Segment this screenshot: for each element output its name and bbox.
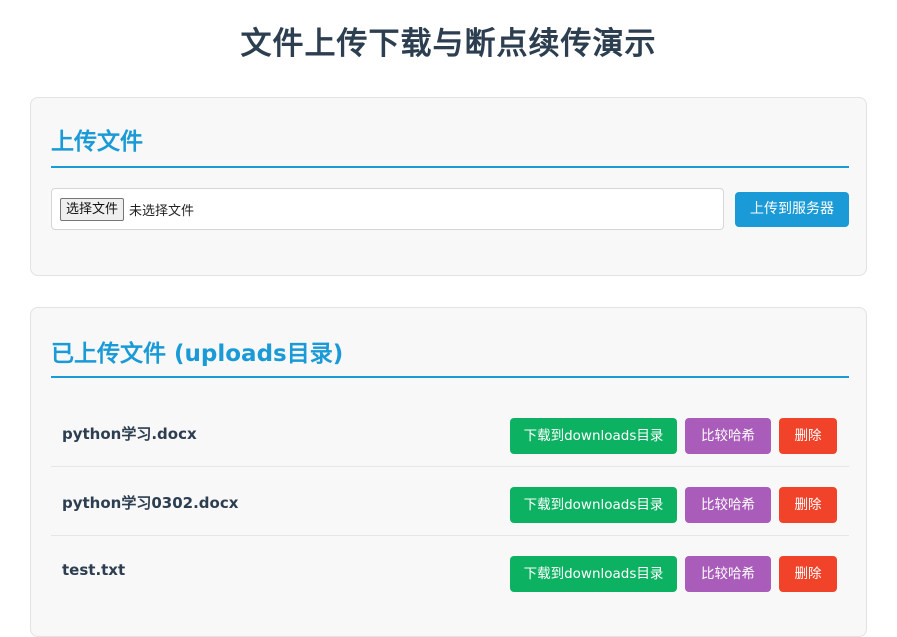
upload-card: 上传文件 选择文件 未选择文件 上传到服务器 [30, 97, 867, 276]
files-card: 已上传文件 (uploads目录) python学习.docx 下载到downl… [30, 307, 867, 637]
download-button[interactable]: 下载到downloads目录 [510, 556, 677, 592]
download-button[interactable]: 下载到downloads目录 [510, 418, 677, 454]
page-title: 文件上传下载与断点续传演示 [240, 26, 657, 62]
compare-hash-button[interactable]: 比较哈希 [685, 418, 771, 454]
upload-heading: 上传文件 [51, 122, 849, 168]
no-file-label: 未选择文件 [129, 203, 195, 219]
delete-button[interactable]: 删除 [779, 487, 837, 523]
file-name: test.txt [62, 561, 126, 579]
delete-button[interactable]: 删除 [779, 418, 837, 454]
compare-hash-button[interactable]: 比较哈希 [685, 556, 771, 592]
file-row: python学习.docx 下载到downloads目录 比较哈希 删除 [51, 398, 849, 467]
file-row: python学习0302.docx 下载到downloads目录 比较哈希 删除 [51, 467, 849, 536]
file-name: python学习0302.docx [62, 494, 239, 512]
files-heading: 已上传文件 (uploads目录) [51, 334, 849, 378]
file-name: python学习.docx [62, 425, 197, 443]
compare-hash-button[interactable]: 比较哈希 [685, 487, 771, 523]
upload-button[interactable]: 上传到服务器 [735, 192, 849, 227]
file-row: test.txt 下载到downloads目录 比较哈希 删除 [51, 536, 849, 605]
file-input[interactable]: 选择文件 未选择文件 [51, 188, 724, 230]
delete-button[interactable]: 删除 [779, 556, 837, 592]
choose-file-button[interactable]: 选择文件 [60, 197, 125, 221]
file-list: python学习.docx 下载到downloads目录 比较哈希 删除 pyt… [51, 398, 849, 605]
download-button[interactable]: 下载到downloads目录 [510, 487, 677, 523]
